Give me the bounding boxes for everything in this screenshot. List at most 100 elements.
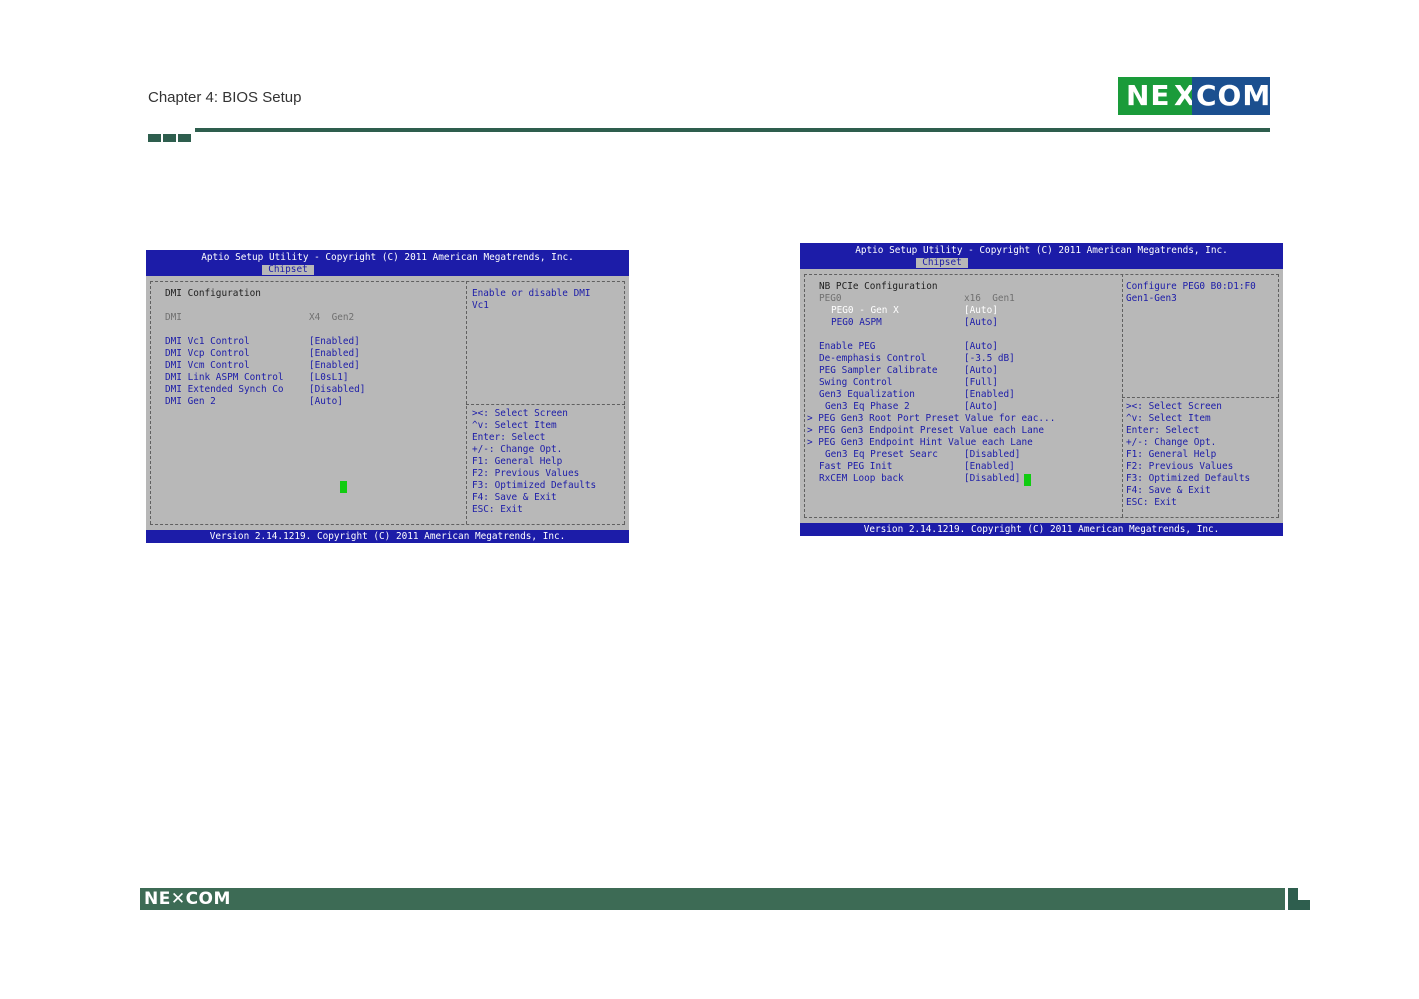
key-help: F4: Save & Exit	[472, 492, 557, 503]
key-help: Enter: Select	[1126, 425, 1200, 436]
submenu-link[interactable]: > PEG Gen3 Endpoint Preset Value each La…	[807, 425, 1044, 437]
setting-value[interactable]: [Enabled]	[964, 461, 1015, 473]
submenu-link[interactable]: > PEG Gen3 Endpoint Hint Value each Lane	[807, 437, 1033, 449]
bios-title: Aptio Setup Utility - Copyright (C) 2011…	[855, 245, 1228, 256]
section-title: NB PCIe Configuration	[819, 281, 938, 292]
key-help: F4: Save & Exit	[1126, 485, 1211, 496]
key-help: +/-: Change Opt.	[472, 444, 563, 455]
key-help: ><: Select Screen	[472, 408, 568, 419]
key-help: F2: Previous Values	[472, 468, 580, 479]
key-help: ESC: Exit	[472, 504, 523, 515]
divider	[1122, 274, 1124, 517]
setting-label[interactable]: Enable PEG	[819, 341, 875, 353]
help-text: Configure PEG0 B0:D1:F0	[1126, 281, 1256, 292]
dmi-info-label: DMI	[165, 312, 182, 323]
sub-setting-value[interactable]: [Auto]	[964, 305, 998, 317]
sub-setting-label[interactable]: PEG0 - Gen X	[831, 305, 899, 317]
header-rule	[195, 128, 1270, 132]
setting-value[interactable]: [Disabled]	[964, 473, 1020, 485]
setting-value[interactable]: [Enabled]	[964, 389, 1015, 401]
bios-version: Version 2.14.1219. Copyright (C) 2011 Am…	[209, 531, 566, 542]
setting-value[interactable]: [Auto]	[964, 401, 998, 413]
key-help: Enter: Select	[472, 432, 546, 443]
divider	[804, 274, 806, 517]
setting-value[interactable]: [Auto]	[964, 341, 998, 353]
setting-value[interactable]: [Auto]	[964, 365, 998, 377]
divider	[150, 281, 625, 283]
divider	[466, 281, 468, 524]
key-help: ^v: Select Item	[472, 420, 557, 431]
dmi-info-value: X4 Gen2	[309, 312, 355, 323]
bios-title-bar: Aptio Setup Utility - Copyright (C) 2011…	[800, 243, 1283, 269]
text-cursor	[340, 481, 347, 493]
setting-value[interactable]: [-3.5 dB]	[964, 353, 1015, 365]
help-text: Gen1-Gen3	[1126, 293, 1177, 304]
setting-value[interactable]: [Enabled]	[309, 360, 360, 372]
tab-chipset[interactable]: Chipset	[262, 265, 314, 275]
key-help: F2: Previous Values	[1126, 461, 1234, 472]
submenu-link[interactable]: > PEG Gen3 Root Port Preset Value for ea…	[807, 413, 1055, 425]
setting-label[interactable]: DMI Link ASPM Control	[165, 372, 284, 384]
setting-value[interactable]: [Enabled]	[309, 348, 360, 360]
section-title: DMI Configuration	[165, 288, 261, 299]
logo-ne: NE	[1126, 79, 1171, 112]
setting-value[interactable]: [Auto]	[309, 396, 343, 408]
sub-setting-label[interactable]: PEG0 ASPM	[831, 317, 882, 329]
key-help: ><: Select Screen	[1126, 401, 1222, 412]
setting-value[interactable]: [L0sL1]	[309, 372, 349, 384]
setting-label[interactable]: Gen3 Eq Preset Searc	[825, 449, 938, 461]
bios-screen-dmi: Aptio Setup Utility - Copyright (C) 2011…	[146, 250, 629, 543]
key-help: ^v: Select Item	[1126, 413, 1211, 424]
key-help: F1: General Help	[1126, 449, 1217, 460]
setting-label[interactable]: DMI Vc1 Control	[165, 336, 250, 348]
setting-label[interactable]: Gen3 Eq Phase 2	[825, 401, 910, 413]
chapter-title: Chapter 4: BIOS Setup	[148, 89, 302, 106]
bios-title: Aptio Setup Utility - Copyright (C) 2011…	[201, 252, 574, 263]
setting-value[interactable]: [Enabled]	[309, 336, 360, 348]
bios-version-bar: Version 2.14.1219. Copyright (C) 2011 Am…	[800, 523, 1283, 536]
setting-label[interactable]: DMI Vcm Control	[165, 360, 250, 372]
peg-info-value: x16 Gen1	[964, 293, 1015, 304]
divider	[150, 524, 625, 526]
setting-label[interactable]: Gen3 Equalization	[819, 389, 915, 401]
setting-value[interactable]: [Disabled]	[964, 449, 1020, 461]
setting-label[interactable]: De-emphasis Control	[819, 353, 926, 365]
setting-value[interactable]: [Disabled]	[309, 384, 365, 396]
header-squares	[148, 129, 193, 147]
bios-version-bar: Version 2.14.1219. Copyright (C) 2011 Am…	[146, 530, 629, 543]
bios-screen-nb-pcie: Aptio Setup Utility - Copyright (C) 2011…	[800, 243, 1283, 536]
divider	[466, 404, 625, 406]
divider	[1278, 274, 1280, 517]
divider	[1122, 397, 1279, 399]
tab-chipset[interactable]: Chipset	[916, 258, 968, 268]
bios-version: Version 2.14.1219. Copyright (C) 2011 Am…	[863, 524, 1220, 535]
key-help: F3: Optimized Defaults	[1126, 473, 1251, 484]
key-help: +/-: Change Opt.	[1126, 437, 1217, 448]
setting-label[interactable]: DMI Gen 2	[165, 396, 216, 408]
footer-corner-mark	[1288, 888, 1310, 910]
help-text: Vc1	[472, 300, 489, 311]
setting-value[interactable]: [Full]	[964, 377, 998, 389]
bios-title-bar: Aptio Setup Utility - Copyright (C) 2011…	[146, 250, 629, 276]
setting-label[interactable]: PEG Sampler Calibrate	[819, 365, 938, 377]
key-help: ESC: Exit	[1126, 497, 1177, 508]
nexcom-logo: NE X COM	[1118, 77, 1270, 115]
divider	[804, 517, 1279, 519]
text-cursor	[1024, 474, 1031, 486]
logo-com: COM	[1192, 77, 1270, 115]
divider	[150, 281, 152, 524]
help-text: Enable or disable DMI	[472, 288, 591, 299]
footer-bar	[140, 888, 1285, 910]
divider	[804, 274, 1279, 276]
divider	[624, 281, 626, 524]
footer-logo: NE✕COM	[144, 889, 231, 909]
key-help: F1: General Help	[472, 456, 563, 467]
peg-info-label: PEG0	[819, 293, 842, 304]
setting-label[interactable]: RxCEM Loop back	[819, 473, 904, 485]
setting-label[interactable]: Fast PEG Init	[819, 461, 892, 473]
setting-label[interactable]: DMI Vcp Control	[165, 348, 250, 360]
key-help: F3: Optimized Defaults	[472, 480, 597, 491]
sub-setting-value[interactable]: [Auto]	[964, 317, 998, 329]
setting-label[interactable]: DMI Extended Synch Co	[165, 384, 284, 396]
setting-label[interactable]: Swing Control	[819, 377, 892, 389]
